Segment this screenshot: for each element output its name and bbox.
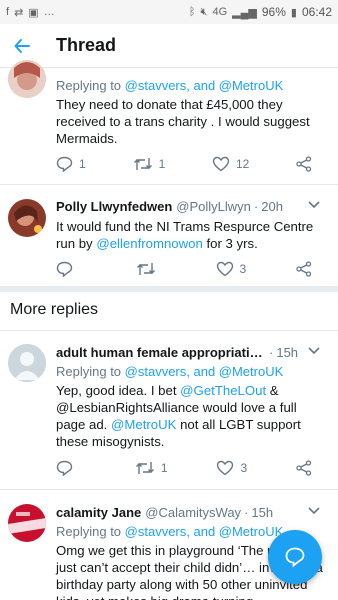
replying-to: Replying to @stavvers, and @MetroUK	[56, 78, 284, 93]
more-replies-heading: More replies	[10, 301, 99, 318]
tweet-1[interactable]: Replying to @stavvers, and @MetroUK They…	[0, 60, 338, 180]
clock: 06:42	[301, 5, 332, 19]
avatar-image	[8, 60, 46, 98]
mention-link[interactable]: @GetTheLOut	[180, 383, 266, 398]
shuffle-icon: ⇄	[14, 6, 24, 19]
handle[interactable]: @CalamitysWay	[145, 505, 241, 520]
share-button[interactable]	[296, 156, 326, 172]
tweet-actions: 3	[56, 259, 326, 279]
timestamp[interactable]: 15h	[276, 345, 298, 360]
tweet-text: They need to donate that £45,000 they re…	[56, 97, 310, 146]
tweet-text: It would fund the NI Trams Respurce Cent…	[56, 219, 314, 251]
like-button[interactable]: 12	[212, 156, 249, 172]
mute-icon: 🔇︎	[200, 5, 208, 18]
like-button[interactable]: 3	[216, 261, 246, 277]
retweet-icon	[136, 263, 155, 275]
compose-reply-button[interactable]	[268, 530, 322, 584]
reply-icon	[56, 460, 73, 476]
chevron-down-icon[interactable]	[308, 347, 320, 355]
retweet-button[interactable]: 1	[135, 460, 168, 476]
avatar[interactable]	[8, 504, 46, 542]
avatar[interactable]	[8, 60, 46, 98]
reply-icon	[56, 261, 73, 277]
chevron-down-icon[interactable]	[308, 507, 320, 515]
tweet-2[interactable]: Polly Llwynfedwen @PollyLlwyn · 20h It w…	[0, 185, 338, 285]
reply-targets-link[interactable]: @stavvers, and @MetroUK	[125, 364, 284, 379]
tweet-text: Yep, good idea. I bet @GetTheLOut & @Les…	[56, 383, 301, 449]
default-avatar-icon	[8, 344, 46, 382]
gallery-icon: ▣	[28, 6, 39, 19]
heart-icon	[212, 156, 230, 172]
arrow-left-icon	[14, 38, 30, 53]
heart-icon	[217, 460, 234, 476]
avatar-image	[8, 199, 46, 237]
bluetooth-icon: ᛒ	[188, 6, 196, 18]
like-button[interactable]: 3	[216, 460, 247, 476]
avatar[interactable]	[8, 199, 46, 237]
avatar-image	[8, 504, 46, 542]
share-icon	[296, 261, 312, 277]
chat-bubble-icon	[285, 547, 305, 568]
network-type: 4G	[212, 6, 228, 18]
tweet-header: Polly Llwynfedwen @PollyLlwyn · 20h	[56, 199, 330, 214]
section-divider	[0, 286, 338, 292]
signal-icon: ▂▄▆	[232, 6, 257, 19]
handle[interactable]: @PollyLlwyn	[176, 199, 251, 214]
tweet-actions: 1 1 12	[56, 154, 326, 174]
page-title: Thread	[56, 35, 117, 55]
display-name[interactable]: calamity Jane	[56, 505, 141, 520]
tweet-header: calamity Jane @CalamitysWay · 15h	[56, 505, 330, 520]
app-bar: Thread	[0, 24, 338, 68]
tweet-header: adult human female appropriatin... · 15h	[56, 345, 330, 360]
chevron-down-icon[interactable]	[308, 201, 320, 209]
battery-icon: ▮	[290, 6, 297, 19]
retweet-button[interactable]	[136, 261, 166, 277]
tweet-actions: 1 3	[56, 458, 326, 478]
display-name[interactable]: adult human female appropriatin...	[56, 345, 266, 360]
heart-icon	[216, 261, 233, 277]
avatar[interactable]	[8, 344, 46, 382]
timestamp[interactable]: 15h	[251, 505, 273, 520]
mention-link[interactable]: @ellenfromnowon	[96, 236, 203, 251]
timestamp[interactable]: 20h	[261, 199, 283, 214]
reply-targets-link[interactable]: @stavvers, and @MetroUK	[125, 78, 284, 93]
battery-level: 96%	[261, 5, 286, 19]
status-bar: f ⇄ ▣ … ᛒ 🔇︎ 4G ▂▄▆ 96% ▮ 06:42	[0, 0, 338, 24]
more-notifications-icon: …	[43, 6, 55, 18]
reply-icon	[56, 156, 73, 172]
retweet-button[interactable]: 1	[133, 156, 165, 172]
display-name[interactable]: Polly Llwynfedwen	[56, 199, 172, 214]
share-icon	[296, 156, 312, 172]
reply-button[interactable]	[56, 460, 86, 476]
replying-to: Replying to @stavvers, and @MetroUK	[56, 364, 284, 379]
reply-targets-link[interactable]: @stavvers, and @MetroUK	[125, 524, 284, 539]
facebook-icon: f	[6, 6, 10, 18]
retweet-icon	[133, 158, 152, 170]
mention-link[interactable]: @MetroUK	[111, 417, 176, 432]
share-button[interactable]	[296, 460, 326, 476]
share-button[interactable]	[296, 261, 326, 277]
share-icon	[296, 460, 312, 476]
retweet-icon	[135, 462, 154, 474]
tweet-3[interactable]: adult human female appropriatin... · 15h…	[0, 331, 338, 487]
reply-button[interactable]	[56, 261, 86, 277]
reply-button[interactable]: 1	[56, 156, 86, 172]
